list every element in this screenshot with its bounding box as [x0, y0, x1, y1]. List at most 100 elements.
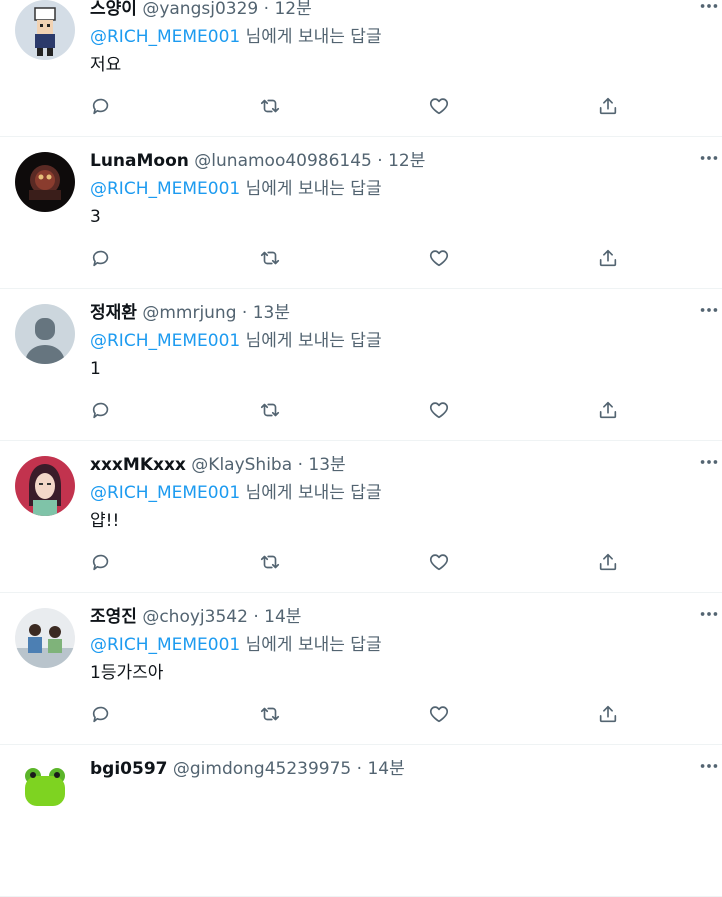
tweet-actions — [90, 551, 630, 573]
timestamp[interactable]: 14분 — [367, 759, 404, 779]
more-icon[interactable] — [698, 0, 720, 17]
mention-link[interactable]: @RICH_MEME001 — [90, 635, 240, 655]
tweet-text: 1 — [90, 359, 101, 379]
illustrated-girl-avatar — [15, 456, 75, 516]
display-name[interactable]: bgi0597 — [90, 759, 167, 779]
reply-button[interactable] — [90, 247, 112, 269]
share-button[interactable] — [597, 95, 619, 117]
user-handle[interactable]: @choyj3542 — [142, 607, 248, 627]
more-icon[interactable] — [698, 603, 720, 625]
separator-dot: · — [241, 303, 248, 323]
retweet-button[interactable] — [259, 703, 281, 725]
kids-photo-avatar — [15, 608, 75, 668]
share-button[interactable] — [597, 247, 619, 269]
timestamp[interactable]: 14분 — [264, 607, 301, 627]
like-button[interactable] — [428, 399, 450, 421]
tweet-header: 정재환 @mmrjung · 13분 — [90, 301, 290, 325]
tweet-actions — [90, 399, 630, 421]
display-name[interactable]: LunaMoon — [90, 151, 189, 171]
green-frog-avatar — [15, 760, 75, 820]
like-button[interactable] — [428, 247, 450, 269]
display-name[interactable]: 정재환 — [90, 303, 137, 323]
retweet-icon — [260, 707, 280, 721]
user-handle[interactable]: @lunamoo40986145 — [194, 151, 372, 171]
tweet-text: 3 — [90, 207, 101, 227]
retweet-button[interactable] — [259, 399, 281, 421]
tweet-actions — [90, 95, 630, 117]
retweet-button[interactable] — [259, 247, 281, 269]
like-button[interactable] — [428, 551, 450, 573]
timestamp[interactable]: 12분 — [274, 0, 311, 19]
tweet-header: 스양이 @yangsj0329 · 12분 — [90, 0, 312, 21]
more-icon[interactable] — [698, 147, 720, 169]
display-name[interactable]: 조영진 — [90, 607, 137, 627]
reply-context: @RICH_MEME001 님에게 보내는 답글 — [90, 633, 382, 657]
share-icon — [599, 401, 617, 419]
heart-icon — [429, 98, 449, 115]
reply-button[interactable] — [90, 551, 112, 573]
reply-feed: 스양이 @yangsj0329 · 12분 @RICH_MEME001 님에게 … — [0, 0, 722, 897]
separator-dot: · — [377, 151, 383, 171]
reply-context: @RICH_MEME001 님에게 보내는 답글 — [90, 177, 382, 201]
avatar[interactable] — [15, 0, 75, 60]
reply-suffix: 님에게 보내는 답글 — [245, 27, 382, 47]
reply-suffix: 님에게 보내는 답글 — [245, 179, 382, 199]
reply-icon — [92, 250, 109, 267]
share-icon — [599, 97, 617, 115]
mention-link[interactable]: @RICH_MEME001 — [90, 483, 240, 503]
separator-dot: · — [253, 607, 259, 627]
more-icon[interactable] — [698, 755, 720, 777]
avatar[interactable] — [15, 152, 75, 212]
reply-button[interactable] — [90, 399, 112, 421]
default-avatar — [15, 304, 75, 364]
avatar[interactable] — [15, 760, 75, 820]
more-icon[interactable] — [698, 299, 720, 321]
reply-button[interactable] — [90, 703, 112, 725]
user-handle[interactable]: @KlayShiba — [191, 455, 292, 475]
user-handle[interactable]: @gimdong45239975 — [173, 759, 351, 779]
share-button[interactable] — [597, 551, 619, 573]
tweet[interactable]: 조영진 @choyj3542 · 14분 @RICH_MEME001 님에게 보… — [0, 593, 722, 745]
tweet-actions — [90, 703, 630, 725]
retweet-button[interactable] — [259, 95, 281, 117]
like-button[interactable] — [428, 703, 450, 725]
like-button[interactable] — [428, 95, 450, 117]
retweet-icon — [260, 403, 280, 417]
retweet-button[interactable] — [259, 551, 281, 573]
timestamp[interactable]: 12분 — [388, 151, 425, 171]
timestamp[interactable]: 13분 — [253, 303, 290, 323]
user-handle[interactable]: @yangsj0329 — [142, 0, 258, 19]
tweet-actions — [90, 247, 630, 269]
tweet-header: 조영진 @choyj3542 · 14분 — [90, 605, 301, 629]
more-icon[interactable] — [698, 451, 720, 473]
tweet-text: 저요 — [90, 55, 122, 75]
share-button[interactable] — [597, 703, 619, 725]
avatar[interactable] — [15, 456, 75, 516]
user-handle[interactable]: @mmrjung — [142, 303, 236, 323]
reply-context: @RICH_MEME001 님에게 보내는 답글 — [90, 481, 382, 505]
mention-link[interactable]: @RICH_MEME001 — [90, 331, 240, 351]
heart-icon — [429, 554, 449, 571]
tweet-header: bgi0597 @gimdong45239975 · 14분 — [90, 757, 405, 781]
avatar[interactable] — [15, 304, 75, 364]
tweet[interactable]: 정재환 @mmrjung · 13분 @RICH_MEME001 님에게 보내는… — [0, 289, 722, 441]
tweet[interactable]: bgi0597 @gimdong45239975 · 14분 — [0, 745, 722, 897]
display-name[interactable]: xxxMKxxx — [90, 455, 186, 475]
reply-icon — [92, 554, 109, 571]
retweet-icon — [260, 251, 280, 265]
separator-dot: · — [297, 455, 303, 475]
tweet-header: LunaMoon @lunamoo40986145 · 12분 — [90, 149, 425, 173]
heart-icon — [429, 706, 449, 723]
reply-context: @RICH_MEME001 님에게 보내는 답글 — [90, 329, 382, 353]
tweet[interactable]: LunaMoon @lunamoo40986145 · 12분 @RICH_ME… — [0, 137, 722, 289]
timestamp[interactable]: 13분 — [308, 455, 345, 475]
avatar[interactable] — [15, 608, 75, 668]
mention-link[interactable]: @RICH_MEME001 — [90, 179, 240, 199]
share-button[interactable] — [597, 399, 619, 421]
mention-link[interactable]: @RICH_MEME001 — [90, 27, 240, 47]
share-icon — [599, 553, 617, 571]
reply-button[interactable] — [90, 95, 112, 117]
tweet[interactable]: xxxMKxxx @KlayShiba · 13분 @RICH_MEME001 … — [0, 441, 722, 593]
display-name[interactable]: 스양이 — [90, 0, 137, 19]
tweet[interactable]: 스양이 @yangsj0329 · 12분 @RICH_MEME001 님에게 … — [0, 0, 722, 137]
